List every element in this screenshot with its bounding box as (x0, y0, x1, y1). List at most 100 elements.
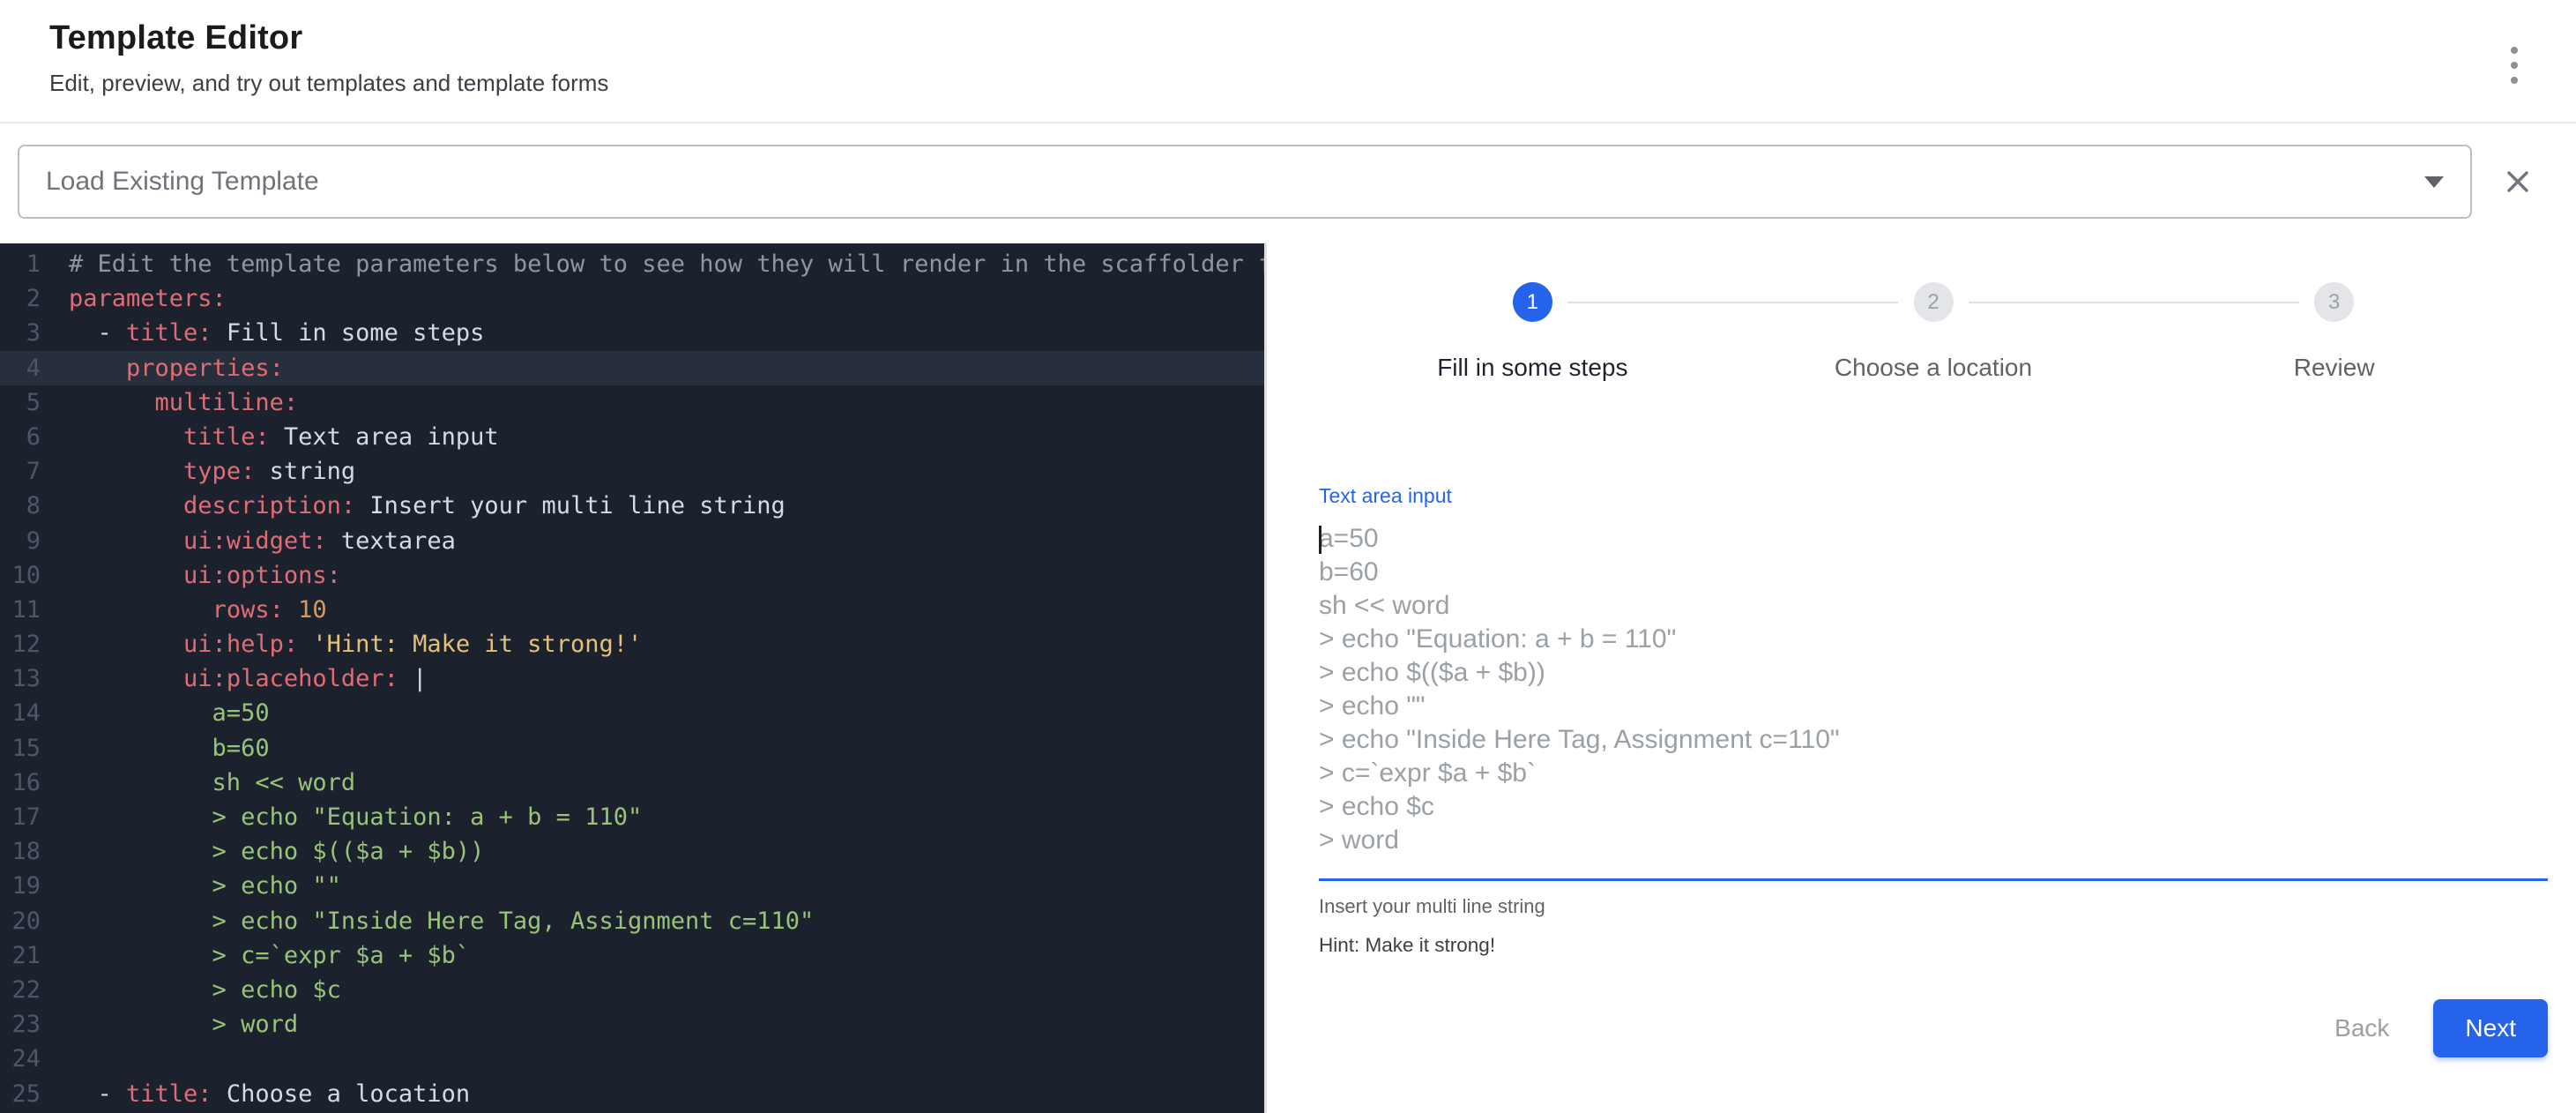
code-line: 19 > echo "" (0, 869, 1264, 903)
textarea-placeholder: a=50b=60sh << word> echo "Equation: a + … (1319, 522, 2548, 857)
field-hint: Hint: Make it strong! (1319, 934, 2548, 957)
kebab-dot (2511, 47, 2518, 54)
code-line: 13 ui:placeholder: | (0, 661, 1264, 696)
code-line: 11 rows: 10 (0, 593, 1264, 627)
clear-selection-button[interactable] (2486, 150, 2550, 213)
line-number: 22 (0, 973, 41, 1007)
line-number: 25 (0, 1077, 41, 1111)
stepper-step: 1 Fill in some steps (1332, 282, 1733, 382)
step-number-badge: 1 (1513, 282, 1552, 322)
code-line: 3 - title: Fill in some steps (0, 316, 1264, 350)
step-label: Fill in some steps (1437, 354, 1627, 382)
field-label: Text area input (1319, 484, 2548, 508)
line-number: 6 (0, 420, 41, 454)
form-preview-panel: 1 Fill in some steps 2 Choose a location 3 Re… (1280, 243, 2576, 1113)
code-line: 22 > echo $c (0, 973, 1264, 1007)
code-line: 25 - title: Choose a location (0, 1077, 1264, 1111)
load-template-section: Load Existing Template (0, 123, 2576, 243)
line-number: 19 (0, 869, 41, 903)
code-line: 7 type: string (0, 454, 1264, 489)
line-number: 9 (0, 524, 41, 558)
field-description: Insert your multi line string (1319, 895, 2548, 918)
textarea-placeholder-line: > echo $c (1319, 790, 2548, 824)
line-number: 4 (0, 351, 41, 385)
line-number: 16 (0, 766, 41, 800)
code-line: 21 > c=`expr $a + $b` (0, 938, 1264, 973)
header-text: Template Editor Edit, preview, and try o… (49, 19, 608, 97)
code-line: 17 > echo "Equation: a + b = 110" (0, 800, 1264, 834)
line-number: 23 (0, 1007, 41, 1042)
textarea-placeholder-line: > echo "" (1319, 690, 2548, 723)
next-button[interactable]: Next (2433, 999, 2548, 1057)
form-actions: Back Next (1319, 999, 2548, 1057)
stepper: 1 Fill in some steps 2 Choose a location 3 Re… (1332, 282, 2535, 382)
more-options-button[interactable] (2491, 32, 2537, 99)
stepper-step: 3 Review (2133, 282, 2535, 382)
line-number: 12 (0, 627, 41, 661)
stepper-connector (1567, 302, 1898, 303)
line-number: 14 (0, 696, 41, 730)
textarea-placeholder-line: b=60 (1319, 556, 2548, 589)
template-form: Text area input a=50b=60sh << word> echo… (1319, 484, 2548, 1057)
step-label: Review (2294, 354, 2375, 382)
line-number: 8 (0, 489, 41, 523)
line-number: 21 (0, 938, 41, 973)
line-number: 13 (0, 661, 41, 696)
code-line: 9 ui:widget: textarea (0, 524, 1264, 558)
stepper-connector (1969, 302, 2299, 303)
kebab-dot (2511, 77, 2518, 84)
page-subtitle: Edit, preview, and try out templates and… (49, 70, 608, 97)
textarea-placeholder-line: > c=`expr $a + $b` (1319, 757, 2548, 790)
textarea-placeholder-line: > word (1319, 824, 2548, 857)
close-x-icon (2500, 164, 2535, 199)
line-number: 15 (0, 731, 41, 766)
back-button[interactable]: Back (2317, 1002, 2407, 1055)
main-split: 1# Edit the template parameters below to… (0, 243, 2576, 1113)
code-editor[interactable]: 1# Edit the template parameters below to… (0, 243, 1264, 1113)
code-line: 14 a=50 (0, 696, 1264, 730)
code-line: 20 > echo "Inside Here Tag, Assignment c… (0, 904, 1264, 938)
textarea-placeholder-line: > echo $(($a + $b)) (1319, 656, 2548, 690)
code-line: 12 ui:help: 'Hint: Make it strong!' (0, 627, 1264, 661)
load-template-value: Load Existing Template (46, 167, 2424, 197)
textarea-placeholder-line: sh << word (1319, 589, 2548, 623)
code-line: 24 (0, 1042, 1264, 1076)
textarea-placeholder-line: > echo "Equation: a + b = 110" (1319, 623, 2548, 656)
code-line: 15 b=60 (0, 731, 1264, 766)
multiline-textarea[interactable]: a=50b=60sh << word> echo "Equation: a + … (1319, 522, 2548, 881)
kebab-dot (2511, 62, 2518, 69)
code-line: 16 sh << word (0, 766, 1264, 800)
panel-divider[interactable] (1264, 243, 1280, 1113)
line-number: 1 (0, 247, 41, 281)
code-line: 4 properties: (0, 351, 1264, 385)
step-label: Choose a location (1835, 354, 2032, 382)
dropdown-caret-icon (2424, 176, 2444, 188)
code-line: 18 > echo $(($a + $b)) (0, 834, 1264, 869)
step-number-badge: 3 (2314, 282, 2354, 322)
code-line: 8 description: Insert your multi line st… (0, 489, 1264, 523)
line-number: 18 (0, 834, 41, 869)
code-line: 5 multiline: (0, 385, 1264, 420)
code-line: 6 title: Text area input (0, 420, 1264, 454)
line-number: 24 (0, 1042, 41, 1076)
textarea-placeholder-line: > echo "Inside Here Tag, Assignment c=11… (1319, 723, 2548, 757)
line-number: 10 (0, 558, 41, 593)
line-number: 5 (0, 385, 41, 420)
line-number: 7 (0, 454, 41, 489)
page-header: Template Editor Edit, preview, and try o… (0, 0, 2576, 123)
text-cursor (1319, 526, 1322, 554)
code-line: 10 ui:options: (0, 558, 1264, 593)
line-number: 17 (0, 800, 41, 834)
textarea-placeholder-line: a=50 (1319, 522, 2548, 556)
code-line: 23 > word (0, 1007, 1264, 1042)
template-editor-page: Template Editor Edit, preview, and try o… (0, 0, 2576, 1113)
line-number: 11 (0, 593, 41, 627)
line-number: 2 (0, 281, 41, 316)
load-template-select[interactable]: Load Existing Template (18, 145, 2472, 219)
stepper-step: 2 Choose a location (1733, 282, 2134, 382)
line-number: 20 (0, 904, 41, 938)
page-title: Template Editor (49, 19, 608, 57)
step-number-badge: 2 (1914, 282, 1954, 322)
code-line: 2parameters: (0, 281, 1264, 316)
line-number: 3 (0, 316, 41, 350)
